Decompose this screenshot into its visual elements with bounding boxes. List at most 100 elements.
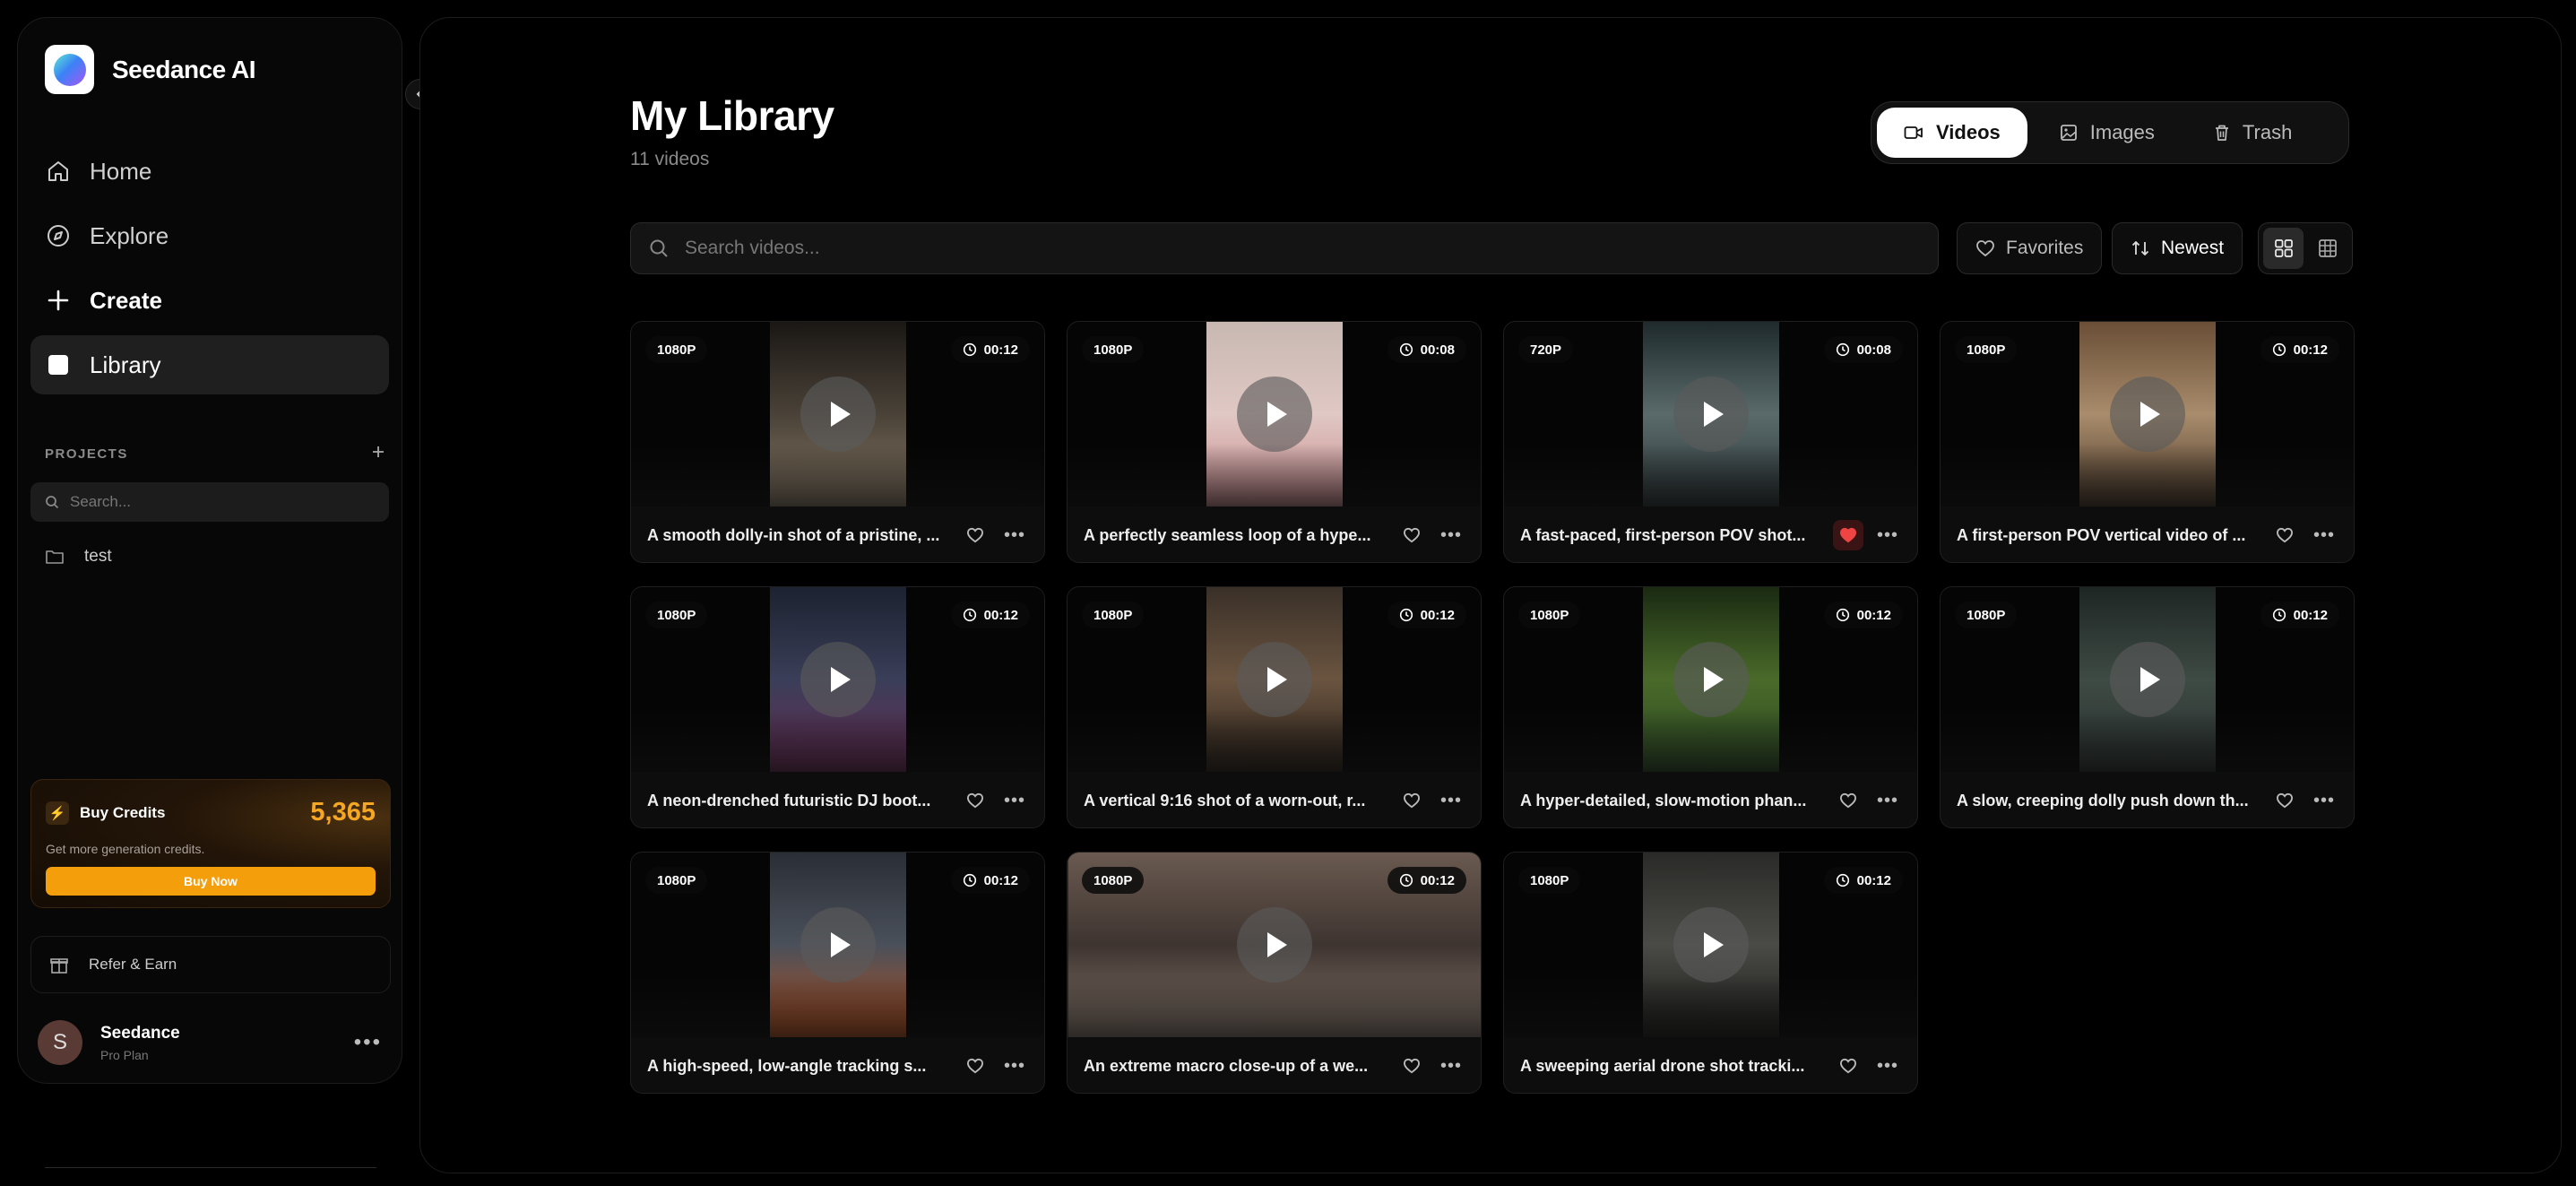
more-options-icon[interactable]: ••• [1434,785,1468,816]
more-options-icon[interactable]: ••• [1434,1051,1468,1081]
more-options-icon[interactable]: ••• [998,520,1032,550]
app-logo[interactable]: Seedance AI [45,45,255,94]
favorites-filter-button[interactable]: Favorites [1957,222,2103,274]
play-button[interactable] [800,642,876,717]
video-thumbnail[interactable]: 1080P 00:12 [631,853,1044,1037]
refer-earn-button[interactable]: Refer & Earn [30,936,391,993]
play-button[interactable] [1236,642,1312,717]
play-button[interactable] [1673,642,1749,717]
play-button[interactable] [1236,377,1312,452]
projects-search[interactable]: Search... [30,482,389,522]
project-item-test[interactable]: test [45,547,112,567]
nav-item-create[interactable]: Create [30,271,389,330]
video-card[interactable]: 1080P 00:12 A neon-drenched futuristic D… [630,586,1045,828]
video-thumbnail[interactable]: 1080P 00:12 [631,322,1044,506]
clock-icon [2272,342,2286,357]
duration-badge: 00:12 [950,336,1030,363]
play-icon [2139,667,2160,692]
video-thumbnail[interactable]: 1080P 00:12 [1941,322,2354,506]
clock-icon [963,873,976,887]
add-project-button[interactable] [371,445,385,463]
more-options-icon[interactable]: ••• [1871,1051,1905,1081]
more-options-icon[interactable]: ••• [2307,785,2341,816]
favorite-button[interactable] [960,1051,990,1081]
play-button[interactable] [800,377,876,452]
video-card[interactable]: 1080P 00:08 A perfectly seamless loop of… [1067,321,1482,563]
video-card[interactable]: 1080P 00:12 A first-person POV vertical … [1940,321,2355,563]
card-footer: A sweeping aerial drone shot tracki... •… [1504,1037,1917,1093]
nav-item-home[interactable]: Home [30,142,389,201]
video-thumbnail[interactable]: 1080P 00:12 [1068,853,1481,1037]
media-type-tabs: Videos Images Trash [1871,101,2349,164]
play-button[interactable] [1673,907,1749,983]
tab-images[interactable]: Images [2033,108,2182,158]
favorite-button[interactable] [1833,520,1863,550]
favorite-button[interactable] [1396,1051,1427,1081]
video-search-input[interactable] [685,238,1922,259]
compact-grid-view-button[interactable] [2307,228,2347,269]
card-footer: A vertical 9:16 shot of a worn-out, r...… [1068,772,1481,827]
video-thumbnail[interactable]: 1080P 00:12 [1068,587,1481,772]
tab-videos[interactable]: Videos [1877,108,2027,158]
play-button[interactable] [1236,907,1312,983]
video-thumbnail[interactable]: 1080P 00:12 [631,587,1044,772]
video-thumbnail[interactable]: 720P 00:08 [1504,322,1917,506]
favorite-button[interactable] [1396,520,1427,550]
favorite-button[interactable] [960,520,990,550]
favorite-button[interactable] [1833,1051,1863,1081]
more-options-icon[interactable]: ••• [1871,520,1905,550]
favorite-button[interactable] [1396,785,1427,816]
user-profile[interactable]: S Seedance Pro Plan ••• [38,1020,394,1065]
buy-now-button[interactable]: Buy Now [46,867,376,896]
heart-icon [966,792,984,809]
heart-icon [1839,527,1857,543]
card-footer: An extreme macro close-up of a we... ••• [1068,1037,1481,1093]
play-button[interactable] [1673,377,1749,452]
video-icon [1904,126,1923,139]
video-card[interactable]: 1080P 00:12 A hyper-detailed, slow-motio… [1503,586,1918,828]
resolution-badge: 1080P [1082,336,1145,363]
folder-icon [46,550,64,564]
more-options-icon[interactable]: ••• [354,1030,382,1055]
video-card[interactable]: 1080P 00:12 A vertical 9:16 shot of a wo… [1067,586,1482,828]
favorite-button[interactable] [2269,785,2300,816]
video-thumbnail[interactable]: 1080P 00:08 [1068,322,1481,506]
play-button[interactable] [2109,377,2185,452]
video-card[interactable]: 1080P 00:12 A slow, creeping dolly push … [1940,586,2355,828]
video-card[interactable]: 720P 00:08 A fast-paced, first-person PO… [1503,321,1918,563]
more-options-icon[interactable]: ••• [998,1051,1032,1081]
video-card[interactable]: 1080P 00:12 A smooth dolly-in shot of a … [630,321,1045,563]
more-options-icon[interactable]: ••• [1871,785,1905,816]
video-card[interactable]: 1080P 00:12 A high-speed, low-angle trac… [630,852,1045,1094]
video-caption: An extreme macro close-up of a we... [1084,1056,1369,1075]
page-title: My Library [630,92,834,139]
tab-trash[interactable]: Trash [2187,108,2319,158]
play-button[interactable] [800,907,876,983]
more-options-icon[interactable]: ••• [998,785,1032,816]
video-thumbnail[interactable]: 1080P 00:12 [1504,587,1917,772]
resolution-badge: 1080P [645,867,708,894]
favorite-button[interactable] [1833,785,1863,816]
heart-icon [1403,1058,1421,1074]
main-content: My Library 11 videos Videos Images Trash… [419,17,2562,1173]
plus-icon [45,287,72,314]
video-card[interactable]: 1080P 00:12 A sweeping aerial drone shot… [1503,852,1918,1094]
more-options-icon[interactable]: ••• [1434,520,1468,550]
card-footer: A first-person POV vertical video of ...… [1941,506,2354,562]
resolution-badge: 1080P [1955,602,2018,628]
nav-item-explore[interactable]: Explore [30,206,389,265]
sort-button[interactable]: Newest [2112,222,2243,274]
favorite-button[interactable] [960,785,990,816]
heart-icon [1976,240,1994,257]
video-thumbnail[interactable]: 1080P 00:12 [1504,853,1917,1037]
grid-view-button[interactable] [2263,228,2304,269]
favorite-button[interactable] [2269,520,2300,550]
play-button[interactable] [2109,642,2185,717]
resolution-badge: 1080P [645,336,708,363]
nav-item-library[interactable]: Library [30,335,389,394]
video-thumbnail[interactable]: 1080P 00:12 [1941,587,2354,772]
play-icon [1266,402,1287,427]
video-card[interactable]: 1080P 00:12 An extreme macro close-up of… [1067,852,1482,1094]
credits-subtitle: Get more generation credits. [46,842,205,856]
more-options-icon[interactable]: ••• [2307,520,2341,550]
